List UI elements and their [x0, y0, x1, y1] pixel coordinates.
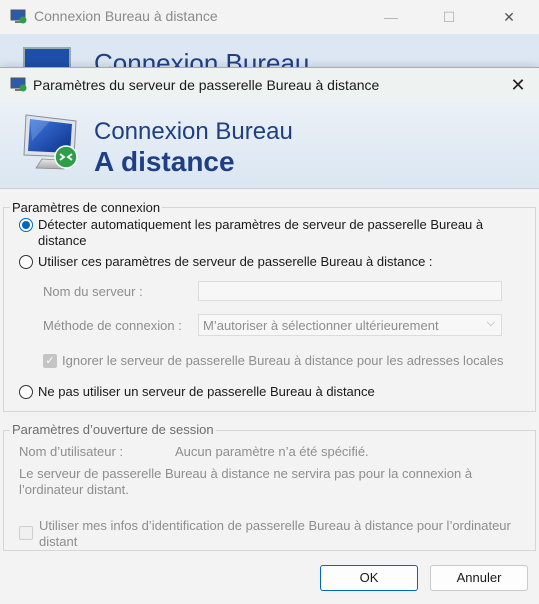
connection-method-value: M’autoriser à sélectionner ultérieuremen… — [203, 318, 439, 333]
use-settings-label: Utiliser ces paramètres de serveur de pa… — [38, 254, 433, 269]
dialog-title: Paramètres du serveur de passerelle Bure… — [33, 77, 380, 93]
use-credentials-checkbox[interactable] — [19, 526, 33, 540]
gateway-info-line2: l’ordinateur distant. — [19, 482, 129, 497]
dialog-close-button[interactable]: ✕ — [506, 74, 530, 98]
connection-method-label: Méthode de connexion : — [43, 318, 182, 333]
background-window-title: Connexion Bureau à distance — [34, 8, 218, 24]
cancel-button[interactable]: Annuler — [430, 565, 528, 591]
background-titlebar: Connexion Bureau à distance — ☐ ✕ — [0, 0, 539, 34]
banner-title-line2: A distance — [94, 146, 235, 177]
server-name-label: Nom du serveur : — [43, 284, 143, 299]
bypass-local-checkbox[interactable]: ✓ — [43, 354, 57, 368]
username-value: Aucun paramètre n’a été spécifié. — [175, 444, 369, 459]
gateway-info-text: Le serveur de passerelle Bureau à distan… — [19, 466, 472, 498]
no-gateway-label: Ne pas utiliser un serveur de passerelle… — [38, 384, 375, 399]
banner-title-line1: Connexion Bureau — [94, 118, 293, 145]
minimize-icon[interactable]: — — [380, 6, 402, 28]
use-credentials-line1: Utiliser mes infos d’identification de p… — [39, 518, 511, 533]
username-label: Nom d’utilisateur : — [19, 444, 124, 459]
auto-detect-label: Détecter automatiquement les paramètres … — [38, 217, 483, 249]
use-credentials-line2: distant — [39, 534, 78, 549]
no-gateway-radio[interactable] — [19, 385, 33, 399]
auto-detect-radio[interactable] — [19, 218, 33, 232]
gateway-info-line1: Le serveur de passerelle Bureau à distan… — [19, 466, 473, 481]
remote-desktop-icon — [10, 9, 27, 24]
logon-settings-legend: Paramètres d’ouverture de session — [10, 422, 216, 437]
gateway-settings-dialog: Paramètres du serveur de passerelle Bure… — [0, 67, 539, 604]
chevron-down-icon: ⌵ — [486, 317, 495, 329]
ok-button[interactable]: OK — [320, 565, 418, 591]
no-gateway-option[interactable]: Ne pas utiliser un serveur de passerelle… — [19, 384, 375, 400]
use-settings-radio[interactable] — [19, 255, 33, 269]
close-icon[interactable]: ✕ — [498, 6, 520, 28]
remote-desktop-icon — [10, 77, 27, 92]
use-settings-option[interactable]: Utiliser ces paramètres de serveur de pa… — [19, 254, 433, 270]
bypass-local-label: Ignorer le serveur de passerelle Bureau … — [62, 353, 504, 368]
auto-detect-label-line1: Détecter automatiquement les paramètres … — [38, 217, 484, 232]
auto-detect-label-line2: distance — [38, 233, 87, 248]
server-name-field[interactable] — [198, 281, 502, 301]
dialog-titlebar: Paramètres du serveur de passerelle Bure… — [0, 68, 539, 103]
connection-method-select[interactable]: M’autoriser à sélectionner ultérieuremen… — [198, 314, 502, 336]
auto-detect-option[interactable]: Détecter automatiquement les paramètres … — [19, 217, 483, 249]
dialog-banner: Connexion Bureau A distance — [0, 103, 539, 189]
use-credentials-label: Utiliser mes infos d’identification de p… — [39, 518, 511, 550]
maximize-icon[interactable]: ☐ — [438, 6, 460, 28]
monitor-icon — [23, 114, 78, 170]
connection-settings-legend: Paramètres de connexion — [10, 200, 163, 215]
